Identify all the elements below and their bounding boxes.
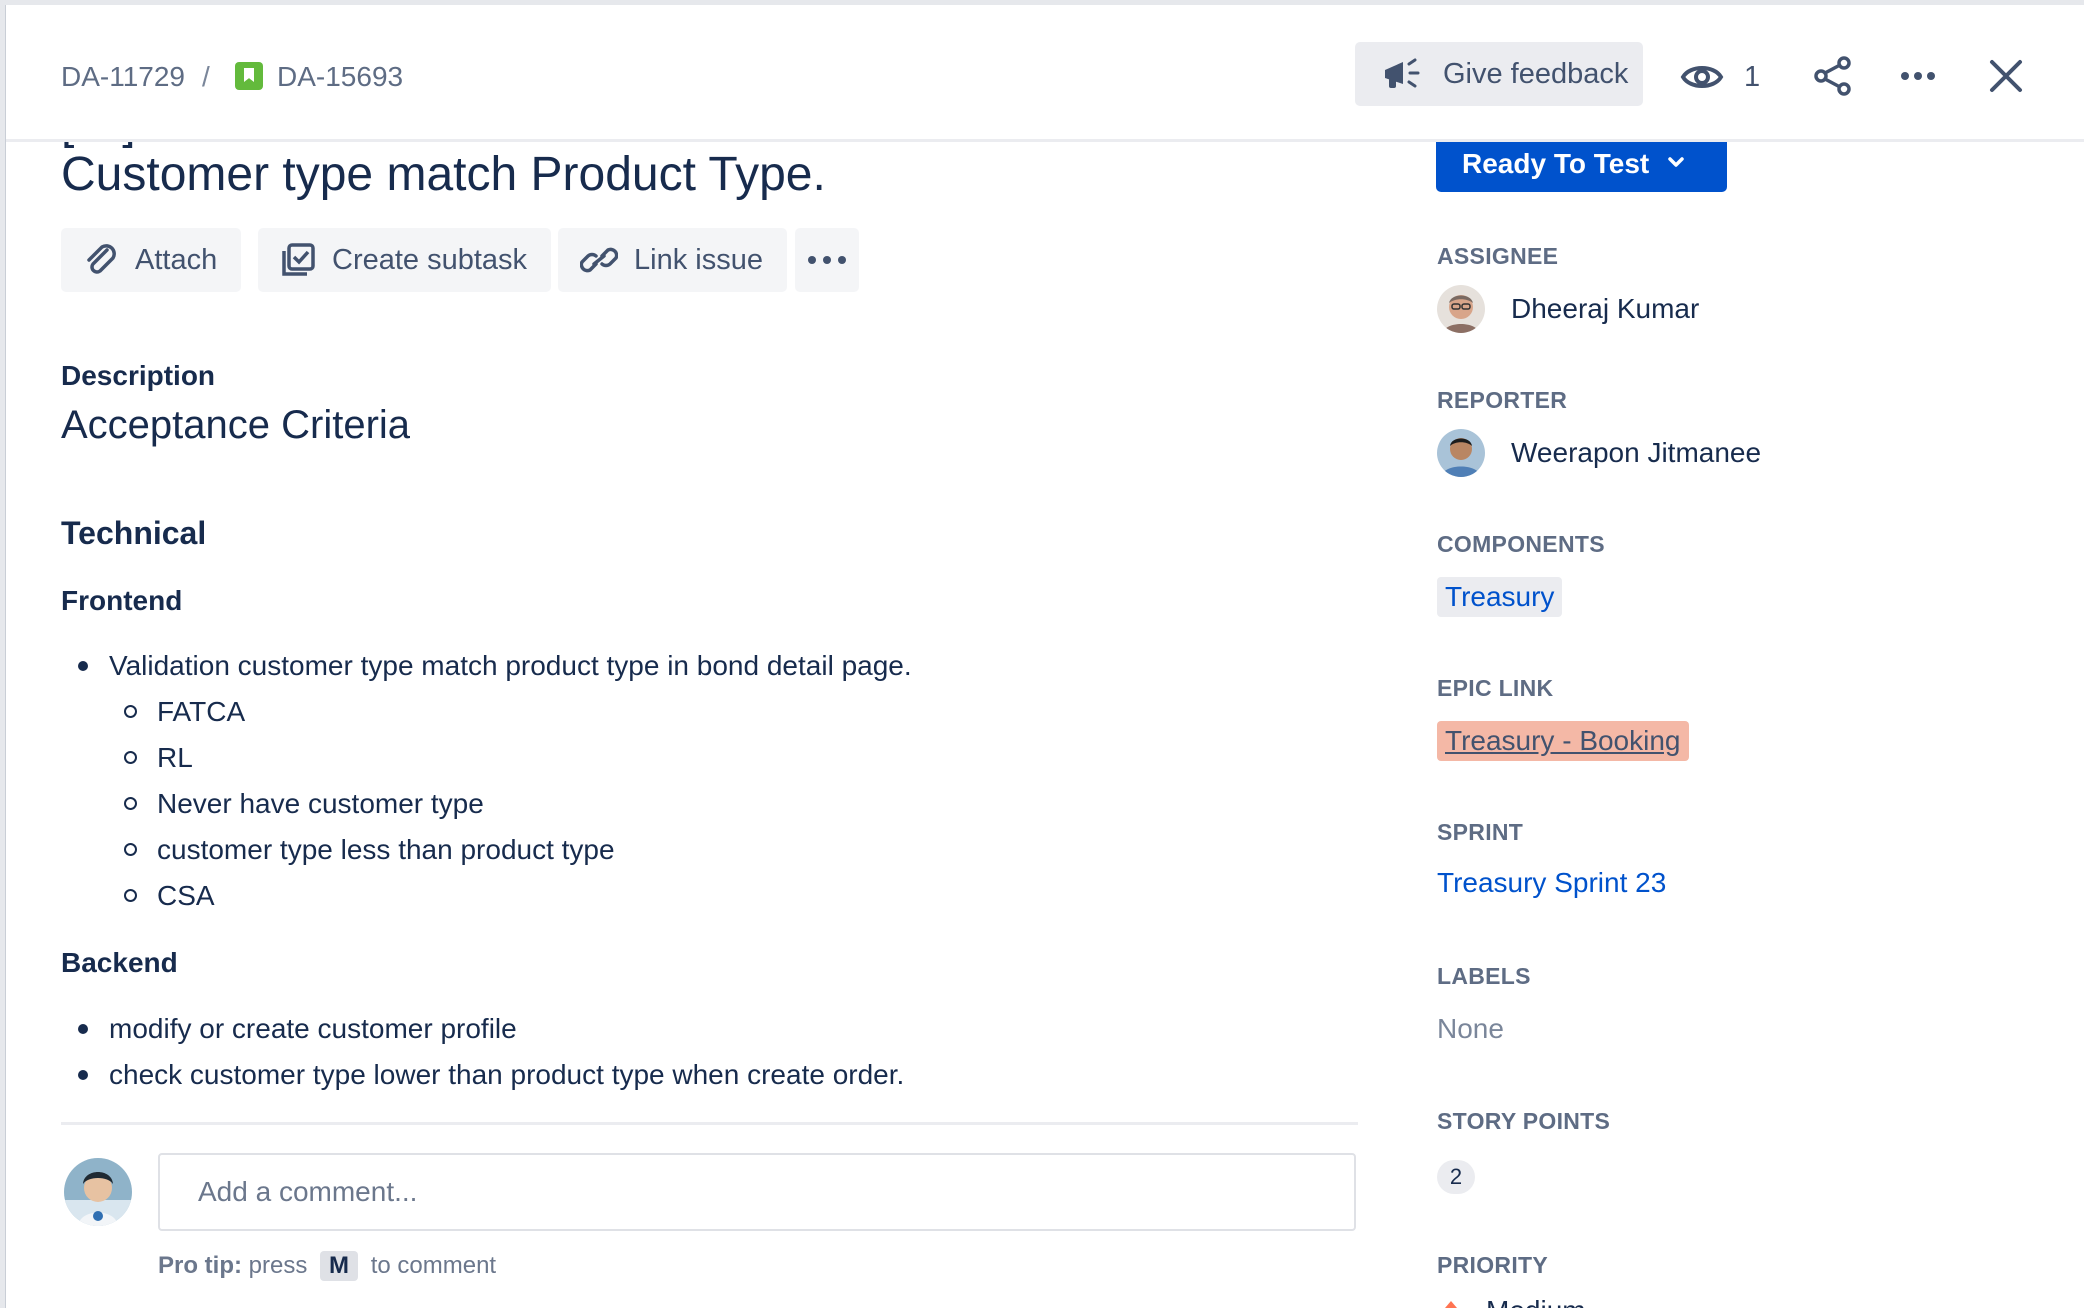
bullet — [78, 661, 88, 671]
backend-heading: Backend — [61, 947, 178, 978]
assignee-field[interactable]: Dheeraj Kumar — [1437, 285, 1699, 333]
components-label: COMPONENTS — [1437, 531, 1605, 557]
backend-item: modify or create customer profile — [109, 1013, 517, 1044]
reporter-name: Weerapon Jitmanee — [1511, 437, 1762, 468]
watch-button[interactable]: 1 — [1680, 55, 1760, 99]
priority-value[interactable]: Medium — [1486, 1295, 1586, 1308]
sub-bullet — [124, 889, 137, 902]
component-tag[interactable]: Treasury — [1437, 577, 1563, 617]
reporter-avatar-image — [1437, 429, 1485, 477]
paperclip-icon — [87, 244, 116, 274]
frontend-item: Validation customer type match product t… — [109, 650, 912, 681]
link-issue-button[interactable]: Link issue — [558, 228, 787, 292]
priority-label: PRIORITY — [1437, 1252, 1549, 1278]
assignee-name: Dheeraj Kumar — [1511, 293, 1700, 324]
chevron-down-icon — [1668, 157, 1684, 167]
comment-divider — [61, 1122, 1358, 1125]
more-options-icon[interactable] — [1897, 55, 1939, 97]
breadcrumb-parent[interactable]: DA-11729 — [61, 61, 185, 93]
frontend-subitem: RL — [157, 742, 193, 773]
sprint-label: SPRINT — [1437, 819, 1524, 845]
story-points-label: STORY POINTS — [1437, 1108, 1611, 1134]
more-actions-icon — [808, 256, 846, 264]
technical-heading: Technical — [61, 515, 207, 551]
issue-header: DA-11729 / DA-15693 Give feedback 1 — [6, 5, 2084, 142]
sub-bullet — [124, 843, 137, 856]
megaphone-icon — [1385, 58, 1420, 88]
attach-button[interactable]: Attach — [61, 228, 242, 292]
priority-medium-icon — [1439, 1301, 1463, 1308]
reporter-field[interactable]: Weerapon Jitmanee — [1437, 429, 1761, 477]
give-feedback-label: Give feedback — [1443, 57, 1629, 90]
pro-tip-press: press — [248, 1252, 308, 1279]
close-icon[interactable] — [1985, 55, 2027, 97]
share-icon[interactable] — [1812, 55, 1854, 97]
issue-modal: [---] ---- ---- ----- ---- ---- ---- ---… — [5, 5, 2084, 1308]
status-dropdown[interactable]: Ready To Test — [1436, 135, 1727, 192]
link-issue-label: Link issue — [634, 243, 763, 276]
shortcut-key: M — [320, 1251, 359, 1281]
breadcrumb-issue-key[interactable]: DA-15693 — [277, 61, 403, 93]
frontend-subitem: CSA — [157, 880, 215, 911]
epic-link-tag[interactable]: Treasury - Booking — [1437, 721, 1689, 761]
epic-link-label: EPIC LINK — [1437, 675, 1554, 701]
labels-value[interactable]: None — [1437, 1013, 1504, 1045]
backend-item: check customer type lower than product t… — [109, 1059, 905, 1090]
sub-bullet — [124, 797, 137, 810]
give-feedback-button[interactable]: Give feedback — [1355, 42, 1643, 106]
attach-label: Attach — [135, 243, 218, 276]
bullet — [78, 1024, 88, 1034]
sub-bullet — [124, 751, 137, 764]
assignee-avatar-image — [1437, 285, 1485, 333]
reporter-avatar — [1437, 429, 1485, 477]
story-icon — [235, 62, 263, 90]
user-avatar-image — [64, 1158, 132, 1226]
link-icon — [580, 247, 618, 273]
sub-bullet — [124, 705, 137, 718]
acceptance-criteria-heading: Acceptance Criteria — [61, 403, 411, 447]
breadcrumb-separator: / — [202, 61, 210, 92]
labels-label: LABELS — [1437, 963, 1531, 989]
add-comment-input[interactable] — [158, 1153, 1356, 1231]
frontend-subitem: Never have customer type — [157, 788, 484, 819]
watch-count: 1 — [1744, 60, 1761, 93]
frontend-subitem: customer type less than product type — [157, 834, 615, 865]
reporter-label: REPORTER — [1437, 387, 1568, 413]
sprint-link[interactable]: Treasury Sprint 23 — [1437, 867, 1666, 899]
issue-title[interactable]: Customer type match Product Type. — [61, 145, 826, 205]
current-user-avatar — [64, 1158, 132, 1226]
pro-tip-label: Pro tip: — [158, 1252, 242, 1279]
bullet — [78, 1070, 88, 1080]
pro-tip-suffix: to comment — [370, 1252, 497, 1279]
status-label: Ready To Test — [1462, 147, 1650, 179]
assignee-label: ASSIGNEE — [1437, 243, 1559, 269]
subtask-icon — [282, 243, 315, 276]
eye-icon — [1680, 66, 1724, 88]
story-points-value[interactable]: 2 — [1437, 1160, 1475, 1194]
assignee-avatar — [1437, 285, 1485, 333]
description-label: Description — [61, 360, 216, 391]
create-subtask-button[interactable]: Create subtask — [258, 228, 552, 292]
more-actions-button[interactable] — [795, 228, 859, 292]
pro-tip: Pro tip: press M to comment — [158, 1251, 496, 1281]
frontend-heading: Frontend — [61, 585, 183, 616]
create-subtask-label: Create subtask — [332, 243, 528, 276]
frontend-subitem: FATCA — [157, 696, 246, 727]
